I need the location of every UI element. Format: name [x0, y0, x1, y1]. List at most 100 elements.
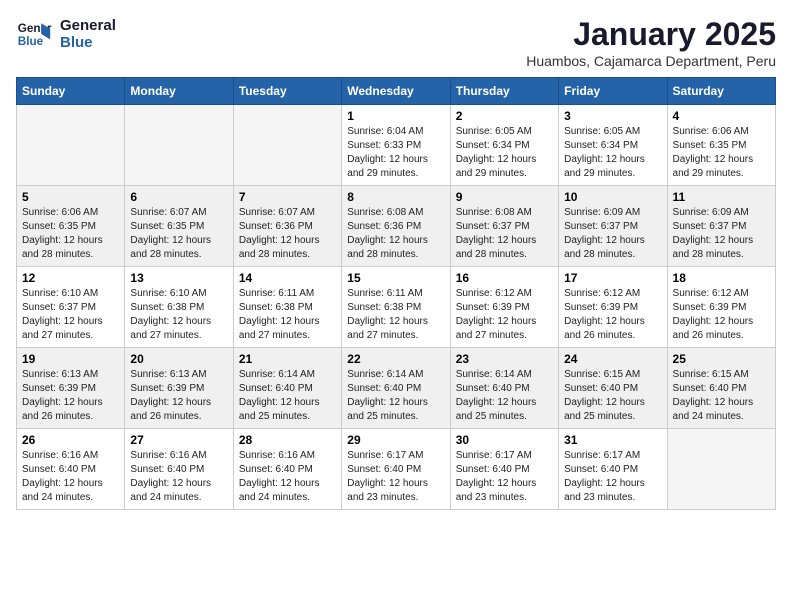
day-info: Sunrise: 6:10 AM Sunset: 6:38 PM Dayligh… [130, 287, 227, 343]
calendar-cell: 28 Sunrise: 6:16 AM Sunset: 6:40 PM Dayli… [233, 429, 341, 510]
logo-line2: Blue [60, 34, 116, 51]
day-number: 29 [347, 433, 444, 447]
calendar-cell: 18Sunrise: 6:12 AM Sunset: 6:39 PM Dayli… [667, 267, 775, 348]
calendar-week-row: 5 Sunrise: 6:06 AM Sunset: 6:35 PM Daylig… [17, 186, 776, 267]
calendar-cell: 7 Sunrise: 6:07 AM Sunset: 6:36 PM Daylig… [233, 186, 341, 267]
page-header: General Blue General Blue January 2025 H… [16, 16, 776, 69]
svg-text:Blue: Blue [18, 35, 44, 48]
day-number: 16 [456, 271, 553, 285]
day-number: 21 [239, 352, 336, 366]
day-number: 20 [130, 352, 227, 366]
calendar-cell: 19Sunrise: 6:13 AM Sunset: 6:39 PM Dayli… [17, 348, 125, 429]
month-title: January 2025 [526, 16, 776, 53]
calendar-cell: 14 Sunrise: 6:11 AM Sunset: 6:38 PM Dayli… [233, 267, 341, 348]
calendar-cell: 24 Sunrise: 6:15 AM Sunset: 6:40 PM Dayli… [559, 348, 667, 429]
day-info: Sunrise: 6:16 AM Sunset: 6:40 PM Dayligh… [130, 449, 227, 505]
calendar-cell: 10 Sunrise: 6:09 AM Sunset: 6:37 PM Dayli… [559, 186, 667, 267]
day-number: 4 [673, 109, 770, 123]
day-info: Sunrise: 6:05 AM Sunset: 6:34 PM Dayligh… [564, 125, 661, 181]
calendar-cell: 21 Sunrise: 6:14 AM Sunset: 6:40 PM Dayli… [233, 348, 341, 429]
weekday-header-sunday: Sunday [17, 78, 125, 105]
logo: General Blue General Blue [16, 16, 116, 52]
day-number: 15 [347, 271, 444, 285]
day-number: 7 [239, 190, 336, 204]
day-info: Sunrise: 6:08 AM Sunset: 6:36 PM Dayligh… [347, 206, 444, 262]
calendar-cell: 17Sunrise: 6:12 AM Sunset: 6:39 PM Dayli… [559, 267, 667, 348]
day-number: 18 [673, 271, 770, 285]
day-info: Sunrise: 6:07 AM Sunset: 6:35 PM Dayligh… [130, 206, 227, 262]
day-info: Sunrise: 6:11 AM Sunset: 6:38 PM Dayligh… [239, 287, 336, 343]
calendar-cell [125, 105, 233, 186]
weekday-header-tuesday: Tuesday [233, 78, 341, 105]
day-info: Sunrise: 6:07 AM Sunset: 6:36 PM Dayligh… [239, 206, 336, 262]
day-number: 11 [673, 190, 770, 204]
day-number: 14 [239, 271, 336, 285]
calendar-cell [667, 429, 775, 510]
calendar-cell: 27Sunrise: 6:16 AM Sunset: 6:40 PM Dayli… [125, 429, 233, 510]
weekday-header-monday: Monday [125, 78, 233, 105]
day-info: Sunrise: 6:14 AM Sunset: 6:40 PM Dayligh… [239, 368, 336, 424]
day-info: Sunrise: 6:06 AM Sunset: 6:35 PM Dayligh… [22, 206, 119, 262]
calendar-week-row: 1 Sunrise: 6:04 AM Sunset: 6:33 PM Daylig… [17, 105, 776, 186]
calendar-cell: 3 Sunrise: 6:05 AM Sunset: 6:34 PM Daylig… [559, 105, 667, 186]
day-number: 25 [673, 352, 770, 366]
day-number: 28 [239, 433, 336, 447]
day-number: 8 [347, 190, 444, 204]
day-number: 9 [456, 190, 553, 204]
day-number: 5 [22, 190, 119, 204]
day-info: Sunrise: 6:14 AM Sunset: 6:40 PM Dayligh… [456, 368, 553, 424]
day-number: 23 [456, 352, 553, 366]
calendar-cell: 1 Sunrise: 6:04 AM Sunset: 6:33 PM Daylig… [342, 105, 450, 186]
calendar-cell: 2 Sunrise: 6:05 AM Sunset: 6:34 PM Daylig… [450, 105, 558, 186]
day-info: Sunrise: 6:16 AM Sunset: 6:40 PM Dayligh… [239, 449, 336, 505]
calendar-cell: 29 Sunrise: 6:17 AM Sunset: 6:40 PM Dayli… [342, 429, 450, 510]
calendar-cell: 26Sunrise: 6:16 AM Sunset: 6:40 PM Dayli… [17, 429, 125, 510]
weekday-header-friday: Friday [559, 78, 667, 105]
logo-line1: General [60, 17, 116, 34]
calendar-cell: 20Sunrise: 6:13 AM Sunset: 6:39 PM Dayli… [125, 348, 233, 429]
calendar-week-row: 26Sunrise: 6:16 AM Sunset: 6:40 PM Dayli… [17, 429, 776, 510]
day-info: Sunrise: 6:09 AM Sunset: 6:37 PM Dayligh… [673, 206, 770, 262]
day-number: 31 [564, 433, 661, 447]
calendar-table: SundayMondayTuesdayWednesdayThursdayFrid… [16, 77, 776, 510]
calendar-cell [17, 105, 125, 186]
day-number: 30 [456, 433, 553, 447]
day-info: Sunrise: 6:15 AM Sunset: 6:40 PM Dayligh… [673, 368, 770, 424]
day-number: 1 [347, 109, 444, 123]
day-number: 3 [564, 109, 661, 123]
calendar-cell: 4 Sunrise: 6:06 AM Sunset: 6:35 PM Daylig… [667, 105, 775, 186]
day-info: Sunrise: 6:15 AM Sunset: 6:40 PM Dayligh… [564, 368, 661, 424]
calendar-cell: 25 Sunrise: 6:15 AM Sunset: 6:40 PM Dayli… [667, 348, 775, 429]
calendar-cell: 5 Sunrise: 6:06 AM Sunset: 6:35 PM Daylig… [17, 186, 125, 267]
calendar-cell: 11 Sunrise: 6:09 AM Sunset: 6:37 PM Dayli… [667, 186, 775, 267]
day-info: Sunrise: 6:14 AM Sunset: 6:40 PM Dayligh… [347, 368, 444, 424]
day-number: 6 [130, 190, 227, 204]
day-info: Sunrise: 6:04 AM Sunset: 6:33 PM Dayligh… [347, 125, 444, 181]
calendar-cell: 8 Sunrise: 6:08 AM Sunset: 6:36 PM Daylig… [342, 186, 450, 267]
day-number: 24 [564, 352, 661, 366]
day-info: Sunrise: 6:08 AM Sunset: 6:37 PM Dayligh… [456, 206, 553, 262]
weekday-header-thursday: Thursday [450, 78, 558, 105]
day-info: Sunrise: 6:16 AM Sunset: 6:40 PM Dayligh… [22, 449, 119, 505]
weekday-header-wednesday: Wednesday [342, 78, 450, 105]
calendar-cell [233, 105, 341, 186]
subtitle: Huambos, Cajamarca Department, Peru [526, 53, 776, 69]
day-number: 17 [564, 271, 661, 285]
day-info: Sunrise: 6:17 AM Sunset: 6:40 PM Dayligh… [347, 449, 444, 505]
day-number: 10 [564, 190, 661, 204]
calendar-cell: 15 Sunrise: 6:11 AM Sunset: 6:38 PM Dayli… [342, 267, 450, 348]
day-info: Sunrise: 6:17 AM Sunset: 6:40 PM Dayligh… [456, 449, 553, 505]
day-info: Sunrise: 6:11 AM Sunset: 6:38 PM Dayligh… [347, 287, 444, 343]
day-info: Sunrise: 6:13 AM Sunset: 6:39 PM Dayligh… [22, 368, 119, 424]
day-info: Sunrise: 6:12 AM Sunset: 6:39 PM Dayligh… [456, 287, 553, 343]
calendar-week-row: 12Sunrise: 6:10 AM Sunset: 6:37 PM Dayli… [17, 267, 776, 348]
calendar-cell: 12Sunrise: 6:10 AM Sunset: 6:37 PM Dayli… [17, 267, 125, 348]
day-info: Sunrise: 6:09 AM Sunset: 6:37 PM Dayligh… [564, 206, 661, 262]
logo-icon: General Blue [16, 16, 52, 52]
day-number: 2 [456, 109, 553, 123]
day-info: Sunrise: 6:05 AM Sunset: 6:34 PM Dayligh… [456, 125, 553, 181]
day-info: Sunrise: 6:17 AM Sunset: 6:40 PM Dayligh… [564, 449, 661, 505]
calendar-cell: 16 Sunrise: 6:12 AM Sunset: 6:39 PM Dayli… [450, 267, 558, 348]
day-info: Sunrise: 6:06 AM Sunset: 6:35 PM Dayligh… [673, 125, 770, 181]
calendar-cell: 23 Sunrise: 6:14 AM Sunset: 6:40 PM Dayli… [450, 348, 558, 429]
